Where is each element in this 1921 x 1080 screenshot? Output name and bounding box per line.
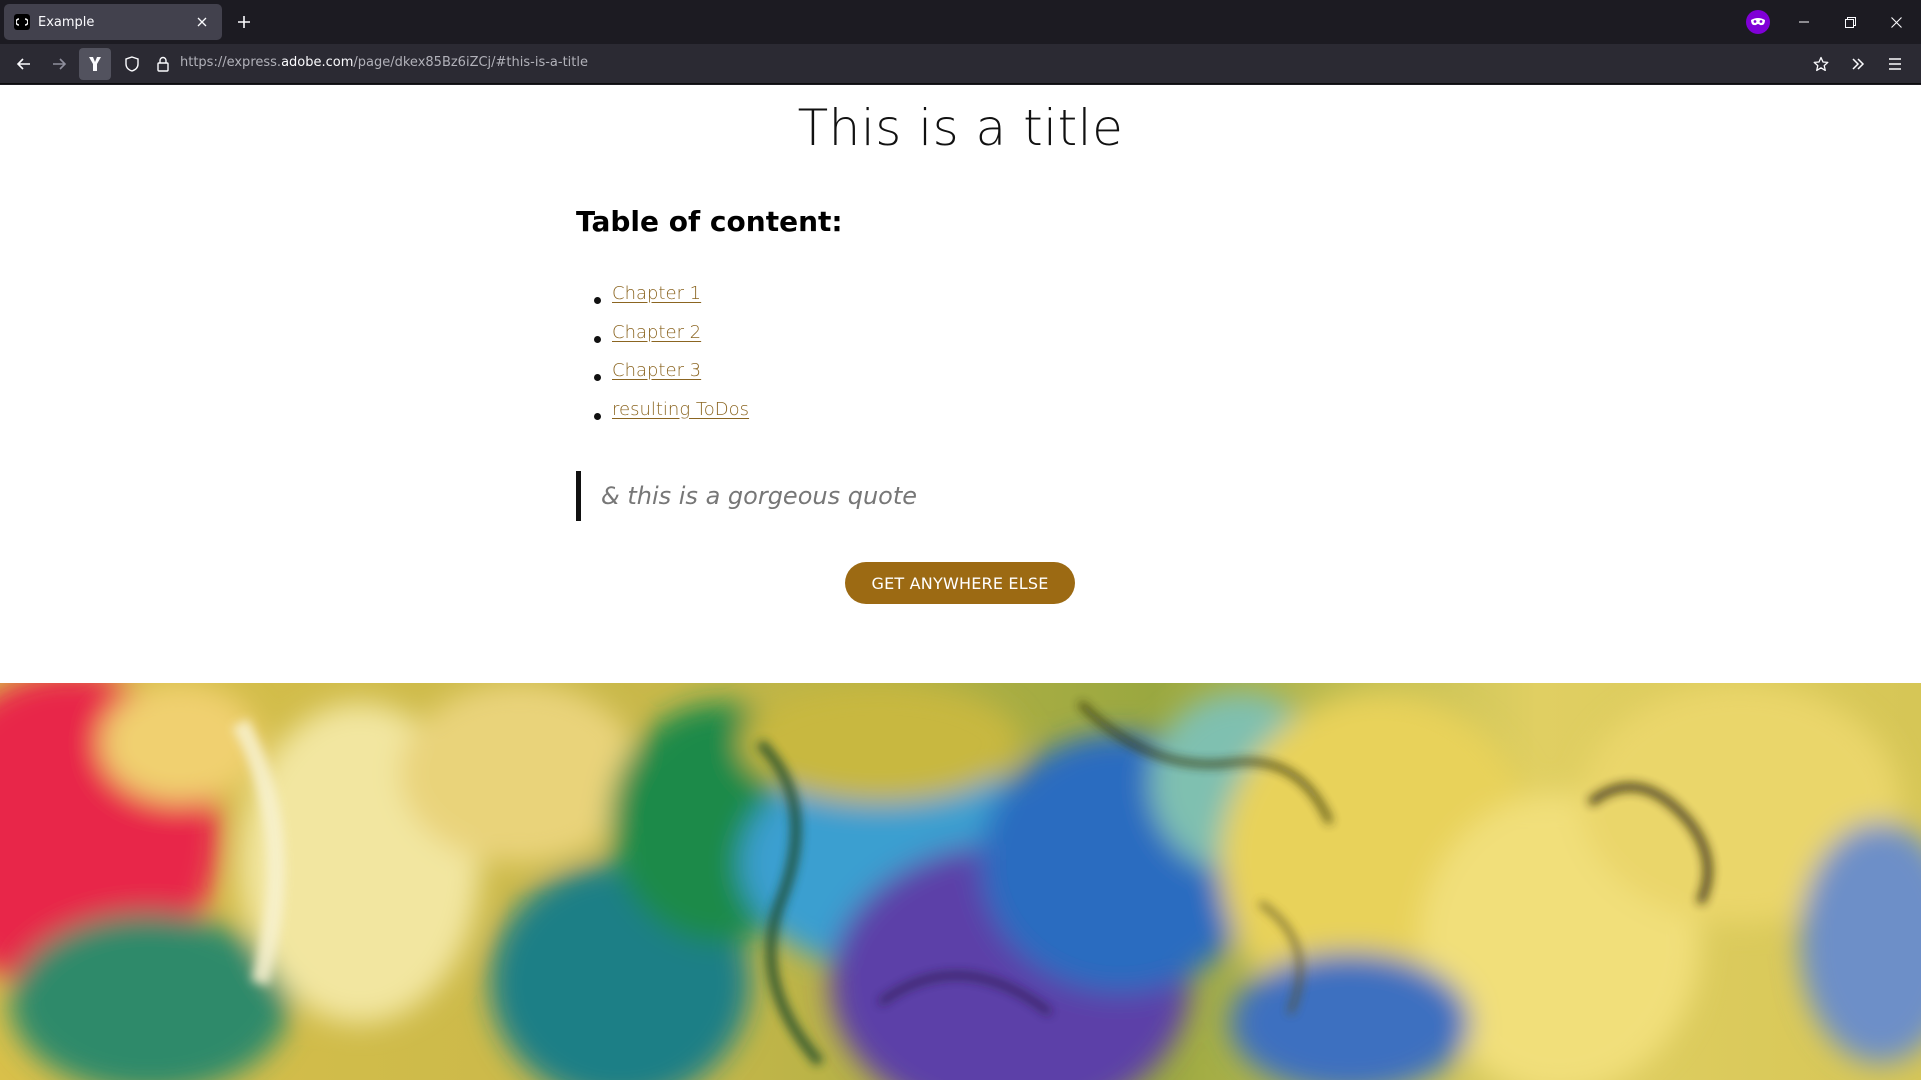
forward-arrow-icon[interactable] xyxy=(43,48,75,80)
tracking-protection-shield-icon[interactable] xyxy=(124,56,140,72)
minimize-window-icon[interactable] xyxy=(1781,6,1827,38)
browser-tab[interactable]: Example xyxy=(4,4,222,40)
quote-block: & this is a gorgeous quote xyxy=(576,471,917,521)
private-browsing-icon xyxy=(1746,10,1770,34)
page-content: This is a title Table of content: Chapte… xyxy=(0,85,1921,1080)
toc-heading: Table of content: xyxy=(576,205,843,238)
address-bar[interactable]: https://express.adobe.com/page/dkex85Bz6… xyxy=(180,55,588,70)
toc-link-resulting-todos[interactable]: resulting ToDos xyxy=(612,399,749,420)
adobe-express-favicon-icon xyxy=(14,14,30,30)
url-prefix: https://express. xyxy=(180,55,282,70)
quote-text: & this is a gorgeous quote xyxy=(601,482,918,510)
hamburger-menu-icon[interactable] xyxy=(1879,48,1911,80)
toc-list: Chapter 1 Chapter 2 Chapter 3 resulting … xyxy=(594,283,749,437)
toc-link-chapter-1[interactable]: Chapter 1 xyxy=(612,283,701,304)
get-anywhere-else-button[interactable]: GET ANYWHERE ELSE xyxy=(845,562,1075,604)
lock-icon[interactable] xyxy=(155,56,171,72)
more-tools-chevron-icon[interactable] xyxy=(1842,48,1874,80)
list-item: resulting ToDos xyxy=(594,399,749,438)
navigation-toolbar: https://express.adobe.com/page/dkex85Bz6… xyxy=(0,44,1921,84)
bookmark-star-icon[interactable] xyxy=(1805,48,1837,80)
new-tab-icon[interactable] xyxy=(232,10,256,34)
restore-window-icon[interactable] xyxy=(1827,6,1873,38)
list-item: Chapter 3 xyxy=(594,360,749,399)
toc-link-chapter-2[interactable]: Chapter 2 xyxy=(612,322,701,343)
close-window-icon[interactable] xyxy=(1873,6,1919,38)
back-arrow-icon[interactable] xyxy=(8,48,40,80)
tab-title: Example xyxy=(38,14,95,30)
toc-link-chapter-3[interactable]: Chapter 3 xyxy=(612,360,701,381)
tab-strip: Example xyxy=(0,0,1921,44)
list-item: Chapter 2 xyxy=(594,322,749,361)
url-domain: adobe.com xyxy=(281,55,354,70)
list-item: Chapter 1 xyxy=(594,283,749,322)
extension-icon[interactable] xyxy=(79,48,111,80)
page-title: This is a title xyxy=(797,99,1124,157)
close-tab-icon[interactable] xyxy=(192,12,212,32)
url-path: /page/dkex85Bz6iZCj/#this-is-a-title xyxy=(353,55,588,70)
hero-image xyxy=(0,683,1921,1080)
